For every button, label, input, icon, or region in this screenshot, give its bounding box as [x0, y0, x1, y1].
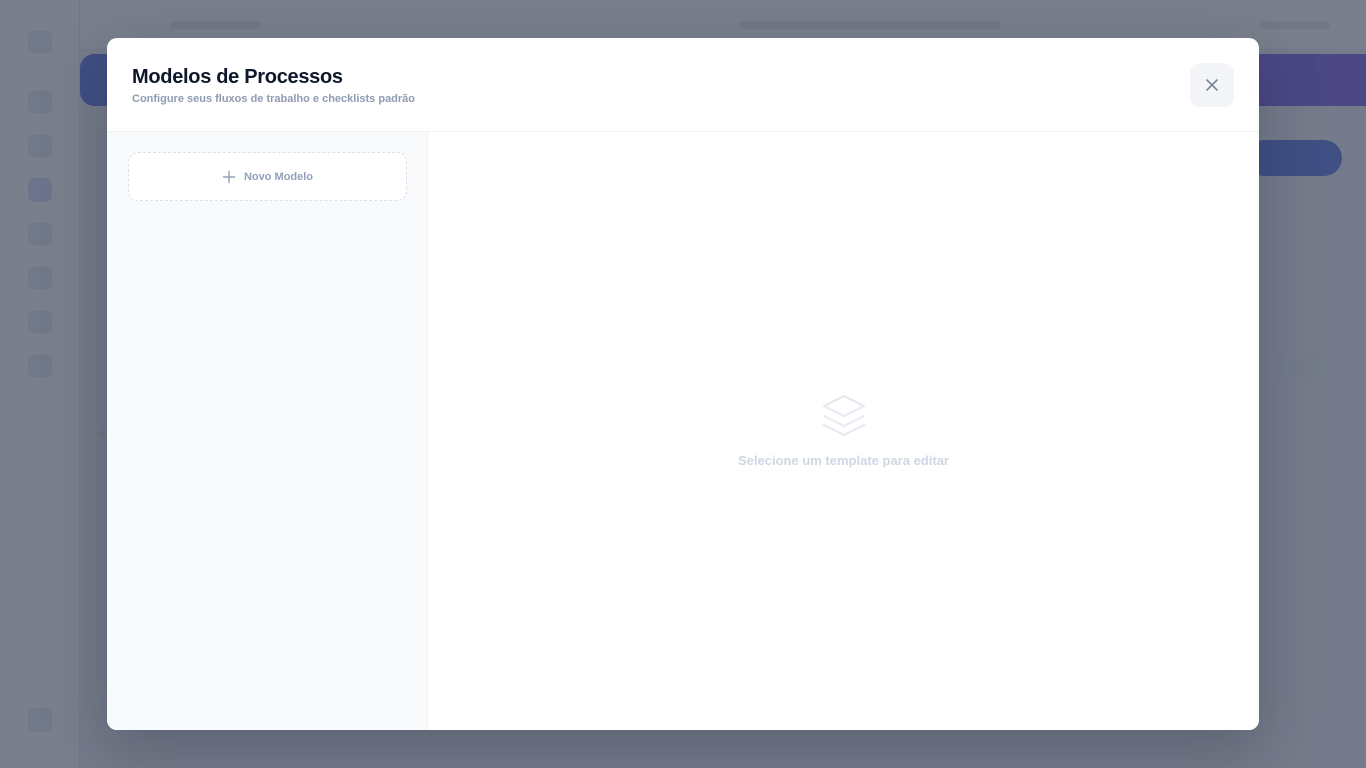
new-template-button[interactable]: Novo Modelo	[128, 152, 407, 201]
template-list-panel: Novo Modelo	[107, 132, 428, 730]
template-editor-panel: Selecione um template para editar	[428, 132, 1259, 730]
empty-state-message: Selecione um template para editar	[738, 453, 949, 468]
close-icon	[1206, 79, 1218, 91]
modal-title: Modelos de Processos	[132, 66, 343, 88]
close-button[interactable]	[1190, 63, 1234, 107]
modal-header: Modelos de Processos Configure seus flux…	[107, 38, 1259, 132]
empty-state: Selecione um template para editar	[428, 392, 1259, 468]
layers-icon	[822, 394, 865, 437]
modal-subtitle: Configure seus fluxos de trabalho e chec…	[132, 93, 416, 105]
process-templates-modal: Modelos de Processos Configure seus flux…	[107, 38, 1259, 730]
plus-icon	[222, 170, 236, 183]
new-template-label: Novo Modelo	[243, 170, 314, 183]
